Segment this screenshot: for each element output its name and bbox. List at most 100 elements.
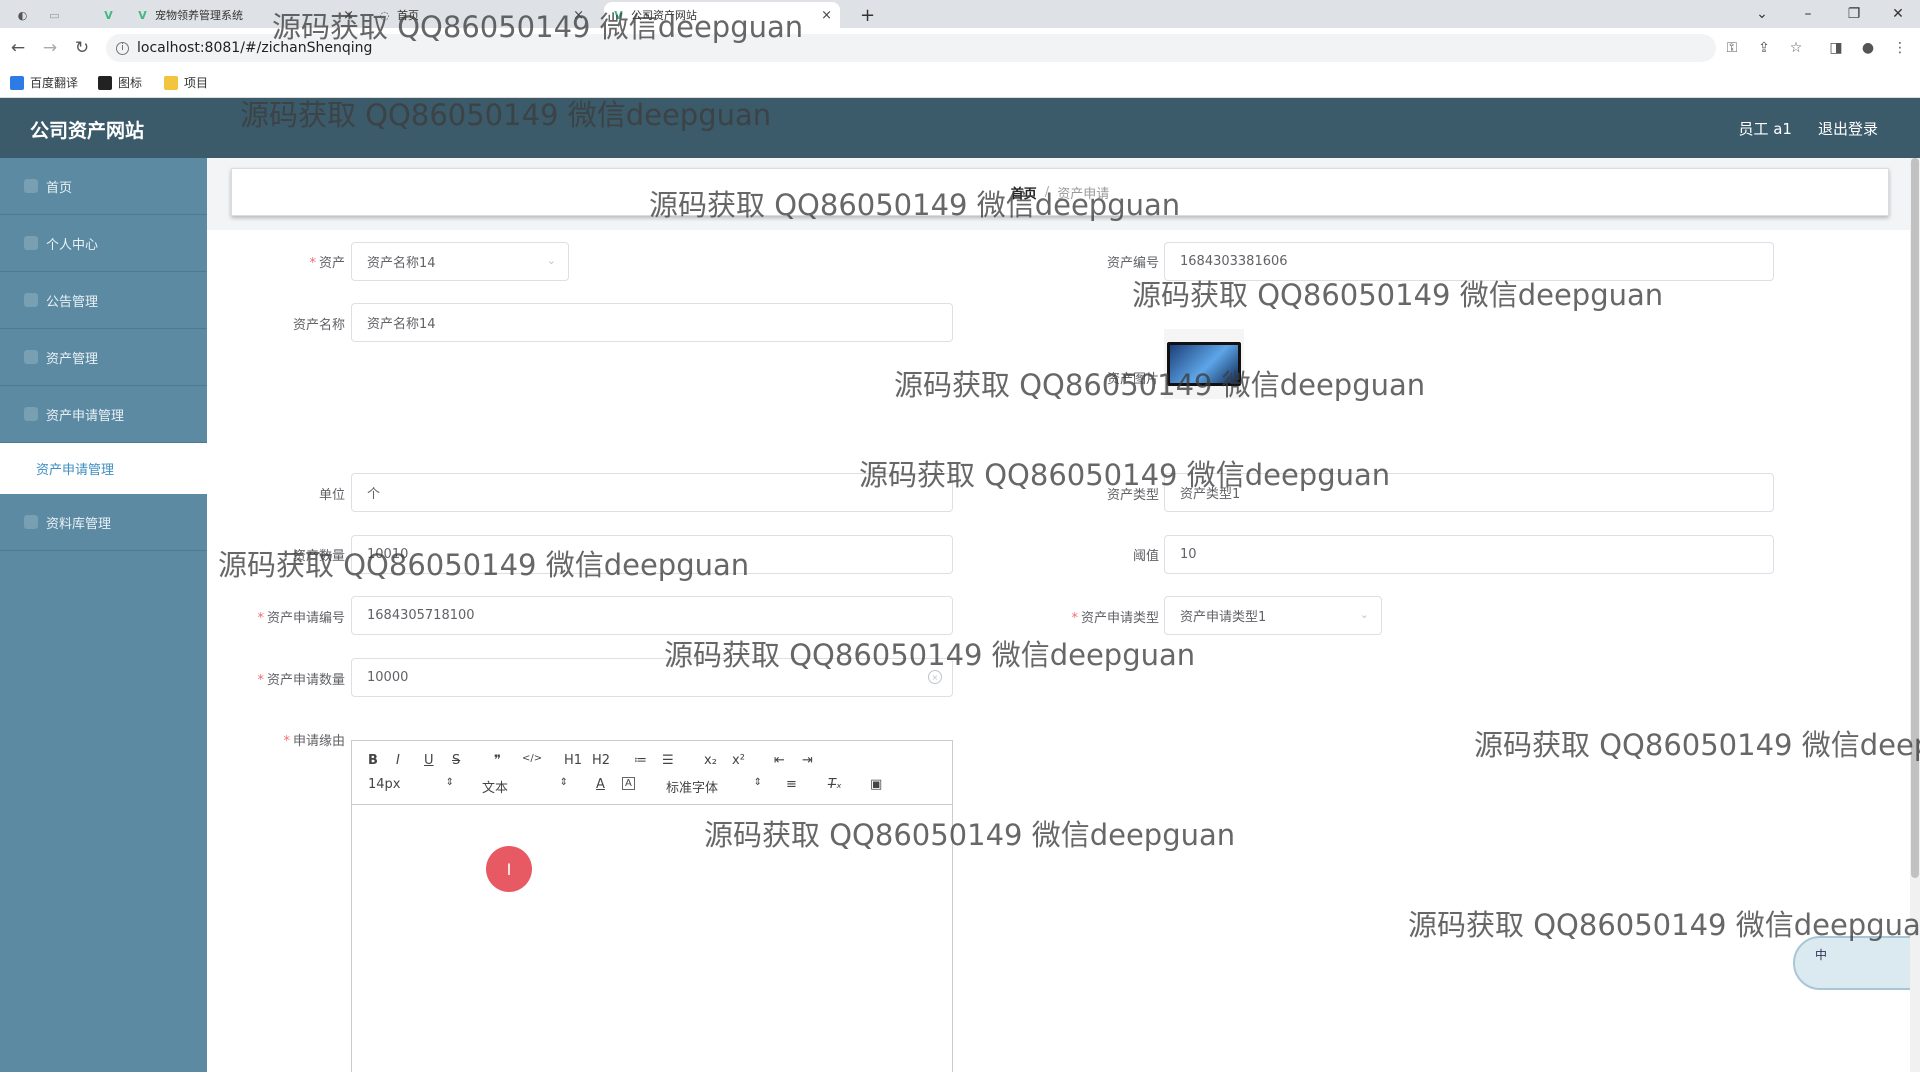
asset-no-label: 资产编号 [1106,256,1159,271]
asset-no-field[interactable]: 1684303381606 [1164,242,1774,281]
bullet-list-icon[interactable]: ☰ [662,753,674,768]
minimize-button[interactable]: – [1786,0,1830,28]
font-family-select[interactable]: 标准字体 ⇕ [666,777,762,796]
main-content: 首页 / 资产申请 * 资产 资产名称14 ⌄ 资产编号 168430338160… [207,158,1920,1073]
key-icon[interactable]: ⚿ [1722,38,1742,58]
strike-icon[interactable]: S [452,753,460,768]
clear-format-icon[interactable]: T̶ₓ [828,777,842,792]
stock-label: 资产数量 [292,549,345,564]
threshold-field[interactable]: 10 [1164,535,1774,574]
subscript-icon[interactable]: x₂ [704,753,717,768]
bookmark-item[interactable]: 项目 [164,74,208,91]
forward-icon[interactable]: → [38,36,62,60]
editor-toolbar: B I U S ❞ </> H1 H2 ≔ ☰ x₂ x² ⇤ ⇥ 14px ⇕ … [352,741,952,805]
browser-tab-home[interactable]: ◌ 首页 × [370,2,592,28]
asset-name-field[interactable]: 资产名称14 [351,303,953,342]
browser-tab-1[interactable]: ◐ [8,2,37,28]
asset-image [1164,329,1244,399]
asset-select-value: 资产名称14 [367,256,436,271]
scrollbar-thumb[interactable] [1911,158,1919,878]
blockquote-icon[interactable]: ❞ [494,753,501,768]
apply-type-select[interactable]: 资产申请类型1 ⌄ [1164,596,1382,635]
h2-icon[interactable]: H2 [592,753,610,768]
breadcrumb-separator: / [1044,184,1050,200]
browser-tab-active[interactable]: V 公司资产网站 × [604,2,840,28]
code-icon[interactable]: </> [522,753,542,764]
sidebar-item-label: 个人中心 [46,237,99,253]
apply-type-label: * 资产申请类型 [1071,611,1159,626]
sidebar-subitem-asset-apply[interactable]: 资产申请管理 [0,443,207,494]
image-insert-icon[interactable]: ▣ [870,777,882,792]
asset-type-field[interactable]: 资产类型1 [1164,473,1774,512]
folder-icon [164,75,178,90]
share-icon[interactable]: ⇪ [1754,38,1774,58]
sidebar-item-home[interactable]: 首页 [0,158,207,215]
ordered-list-icon[interactable]: ≔ [634,753,647,768]
tab-search-icon[interactable]: ⌄ [1740,0,1784,28]
back-icon[interactable]: ← [6,36,30,60]
sidebar-item-profile[interactable]: 个人中心 [0,215,207,272]
site-info-icon[interactable]: i [116,41,129,55]
tab-close-icon[interactable]: × [343,8,354,23]
apply-no-value: 1684305718100 [367,608,475,623]
current-user: 员工 a1 [1738,120,1792,138]
monitor-image [1167,342,1241,386]
bookmark-item[interactable]: 百度翻译 [10,74,78,91]
align-icon[interactable]: ≡ [786,777,797,792]
bold-icon[interactable]: B [368,753,378,768]
apply-no-field[interactable]: 1684305718100 [351,596,953,635]
asset-type-value: 资产类型1 [1180,487,1241,502]
close-window-button[interactable]: ✕ [1876,0,1920,28]
profile-icon[interactable]: ● [1858,38,1878,58]
bookmark-star-icon[interactable]: ☆ [1786,38,1806,58]
restore-button[interactable]: ❐ [1832,0,1876,28]
background-color-icon[interactable]: A [622,777,635,790]
font-size-select[interactable]: 14px ⇕ [368,777,454,792]
url-field[interactable]: i localhost:8081/#/zichanShenqing [106,34,1716,62]
browser-tab-pet[interactable]: V 宠物领养管理系统 × [128,2,362,28]
chevron-down-icon: ⌄ [1359,608,1369,621]
apply-qty-field[interactable]: 10000 × [351,658,953,697]
menu-icon[interactable]: ⋮ [1890,38,1910,58]
underline-icon[interactable]: U [424,753,434,768]
site-title: 公司资产网站 [30,120,145,142]
chevron-down-icon: ⌄ [546,254,556,267]
tab-favicon-icon: ▭ [49,8,60,22]
superscript-icon[interactable]: x² [732,753,745,768]
italic-icon[interactable]: I [396,753,400,768]
bookmark-item[interactable]: 图标 [98,74,142,91]
breadcrumb-home[interactable]: 首页 [1011,183,1037,202]
floating-widget[interactable]: 中 [1793,936,1920,990]
browser-tab-3[interactable]: V [94,2,123,28]
unit-field[interactable]: 个 [351,473,953,512]
h1-icon[interactable]: H1 [564,753,582,768]
reload-icon[interactable]: ↻ [70,36,94,60]
stock-field[interactable]: 10010 [351,535,953,574]
outdent-icon[interactable]: ⇤ [774,753,785,768]
indent-icon[interactable]: ⇥ [802,753,813,768]
tab-label: 首页 [397,9,419,22]
sidebar-item-library[interactable]: 资料库管理 [0,494,207,551]
new-tab-button[interactable]: + [852,2,883,28]
logout-link[interactable]: 退出登录 [1818,118,1878,139]
threshold-value: 10 [1180,547,1197,562]
asset-label: * 资产 [309,256,345,271]
unit-label: 单位 [318,488,345,503]
clear-icon[interactable]: × [928,670,942,684]
editor-body[interactable] [352,805,952,1073]
tab-close-icon[interactable]: × [821,8,832,23]
side-panel-icon[interactable]: ◨ [1826,38,1846,58]
unit-value: 个 [367,487,381,502]
page-scrollbar[interactable] [1910,158,1920,1072]
bookmark-label: 百度翻译 [30,76,79,90]
tab-close-icon[interactable]: × [573,8,584,23]
header-select[interactable]: 文本 ⇕ [482,777,568,796]
sidebar-item-assets[interactable]: 资产管理 [0,329,207,386]
bookmark-label: 图标 [118,76,143,90]
sidebar-item-label: 资产管理 [46,351,99,367]
sidebar-item-asset-apply[interactable]: 资产申请管理 [0,386,207,443]
browser-tab-2[interactable]: ▭ [40,2,69,28]
text-color-icon[interactable]: A [596,777,605,792]
sidebar-item-notice[interactable]: 公告管理 [0,272,207,329]
asset-select[interactable]: 资产名称14 ⌄ [351,242,569,281]
